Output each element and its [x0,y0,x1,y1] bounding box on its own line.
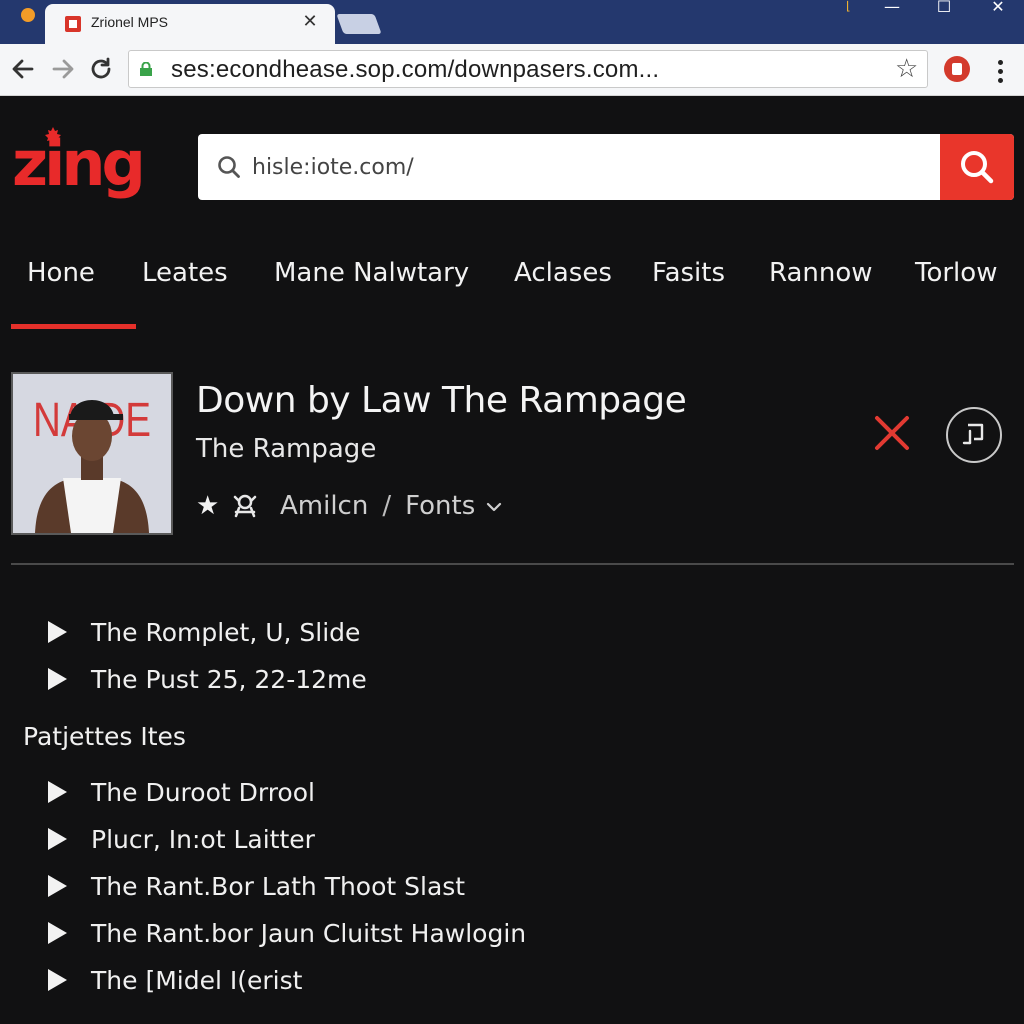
back-button[interactable] [8,54,38,84]
list-item-label: The Duroot Drrool [91,777,315,807]
play-icon [48,875,67,897]
playlist-button[interactable] [946,407,1002,463]
track-genre[interactable]: Amilcn [280,491,368,521]
section-divider [11,563,1014,565]
browser-titlebar: Zrionel MPS ✕ ⌊ — ☐ ✕ [0,0,1024,44]
back-arrow-icon [12,59,34,79]
window-close-button[interactable]: ✕ [986,0,1010,18]
meta-separator: / [382,491,392,521]
window-minimize-button[interactable]: — [880,0,904,18]
list-item-label: The Romplet, U, Slide [91,617,361,647]
play-icon [48,828,67,850]
site-search-bar [198,134,1014,200]
tab-close-button[interactable]: ✕ [299,11,321,33]
list-item[interactable]: Plucr, In:ot Laitter [48,819,315,859]
play-icon [48,969,67,991]
nav-item-fasits[interactable]: Fasits [652,258,725,288]
search-icon [961,151,994,184]
star-icon[interactable]: ★ [196,491,228,521]
tab-favicon-icon [65,16,81,32]
search-icon [218,156,240,178]
play-icon [48,668,67,690]
active-nav-indicator [11,324,136,329]
forward-button[interactable] [48,54,78,84]
playlist-icon [962,423,984,445]
nav-item-aclases[interactable]: Aclases [514,258,612,288]
reload-icon [91,57,111,79]
list-item[interactable]: The Duroot Drrool [48,772,315,812]
track-category[interactable]: Fonts [405,491,475,521]
nav-item-mane-nalwtary[interactable]: Mane Nalwtary [274,258,469,288]
nav-item-torlow[interactable]: Torlow [915,258,997,288]
list-item[interactable]: The [Midel I(erist [48,960,302,1000]
album-cover[interactable]: NAIDE [11,372,173,535]
extension-icon[interactable] [944,56,970,82]
search-button[interactable] [940,134,1014,200]
search-input[interactable] [252,134,932,200]
browser-tab[interactable]: Zrionel MPS ✕ [45,4,335,44]
nav-item-rannow[interactable]: Rannow [769,258,873,288]
browser-menu-icon[interactable] [990,56,1010,84]
chevron-down-icon[interactable] [485,497,503,515]
browser-toolbar: ses:econdhease.sop.com/downpasers.com...… [0,44,1024,96]
bookmark-star-icon[interactable]: ☆ [895,55,918,83]
rating-badge-icon [233,494,257,518]
address-bar[interactable]: ses:econdhease.sop.com/downpasers.com...… [128,50,928,88]
lock-icon [140,62,152,76]
nav-item-hone[interactable]: Hone [27,258,95,288]
nav-item-leates[interactable]: Leates [142,258,228,288]
list-item-label: Plucr, In:ot Laitter [91,824,315,854]
list-item[interactable]: The Rant.bor Jaun Cluitst Hawlogin [48,913,526,953]
window-maximize-button[interactable]: ☐ [932,0,956,18]
forward-arrow-icon [52,59,74,79]
reload-button[interactable] [86,54,116,84]
album-cover-art: NAIDE [13,374,171,533]
tab-title: Zrionel MPS [91,14,169,30]
track-meta: ★ Amilcn / Fonts [196,488,503,524]
url-text[interactable]: ses:econdhease.sop.com/downpasers.com... [171,56,659,84]
play-icon [48,621,67,643]
close-icon[interactable] [872,413,912,453]
list-item[interactable]: The Rant.Bor Lath Thoot Slast [48,866,465,906]
maple-leaf-icon [45,127,61,145]
list-item-label: The [Midel I(erist [91,965,303,995]
section-heading: Patjettes Ites [23,722,186,751]
list-item-label: The Rant.Bor Lath Thoot Slast [91,871,466,901]
notification-icon: ⌊ [846,0,851,13]
new-tab-button[interactable] [336,14,382,34]
main-nav: Hone Leates Mane Nalwtary Aclases Fasits… [0,258,1024,308]
list-item-label: The Pust 25, 22-12me [91,664,367,694]
site-logo[interactable]: zing [12,124,146,204]
track-artist[interactable]: The Rampage [196,434,376,464]
window-status-dot [21,8,35,22]
list-item[interactable]: The Romplet, U, Slide [48,612,360,652]
play-icon [48,922,67,944]
play-icon [48,781,67,803]
list-item-label: The Rant.bor Jaun Cluitst Hawlogin [91,918,527,948]
list-item[interactable]: The Pust 25, 22-12me [48,659,367,699]
track-title: Down by Law The Rampage [196,380,687,421]
